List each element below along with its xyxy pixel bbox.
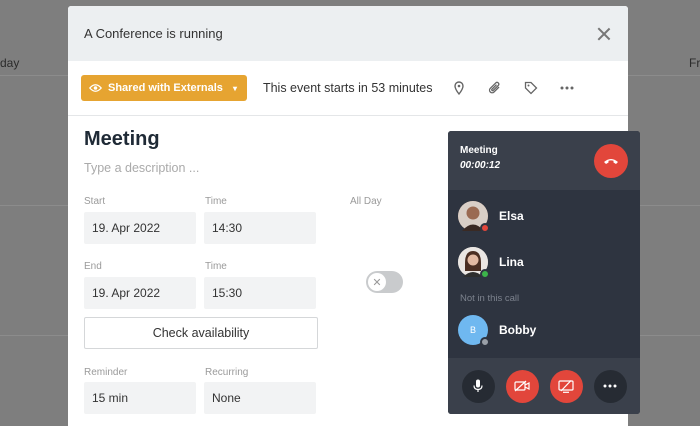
participant-row[interactable]: Lina	[458, 247, 524, 279]
call-widget: Meeting 00:00:12 Elsa Lina Not in this c…	[448, 131, 640, 414]
participant-name: Elsa	[499, 209, 524, 223]
hangup-button[interactable]	[594, 144, 628, 178]
end-label: End	[84, 261, 102, 272]
location-pin-icon[interactable]	[451, 80, 467, 96]
phone-hangup-icon	[604, 159, 618, 164]
screen-share-button[interactable]	[549, 369, 583, 403]
not-in-call-label: Not in this call	[460, 293, 520, 304]
status-indicator	[480, 337, 490, 347]
paperclip-icon[interactable]	[487, 80, 503, 96]
bg-day-label-left: day	[0, 56, 20, 70]
close-icon[interactable]	[596, 26, 612, 42]
recurring-field[interactable]: None	[204, 382, 316, 414]
share-externals-label: Shared with Externals	[108, 82, 223, 94]
event-toolbar: Shared with Externals ▾ This event start…	[68, 61, 628, 116]
allday-label: All Day	[350, 196, 382, 207]
conference-banner: A Conference is running	[68, 6, 628, 61]
start-time-label: Time	[205, 196, 227, 207]
end-date-field[interactable]: 19. Apr 2022	[84, 277, 196, 309]
more-horizontal-icon	[603, 384, 617, 388]
status-indicator	[480, 223, 490, 233]
tag-icon[interactable]	[523, 80, 539, 96]
call-controls	[448, 358, 640, 414]
mute-button[interactable]	[461, 369, 495, 403]
toggle-off-icon: ✕	[368, 273, 386, 291]
eye-icon	[89, 84, 102, 92]
avatar	[458, 247, 490, 279]
screen-share-off-icon	[558, 379, 574, 393]
allday-toggle[interactable]: ✕	[366, 271, 403, 293]
participant-name: Bobby	[499, 323, 537, 337]
microphone-icon	[473, 379, 483, 392]
avatar	[458, 201, 490, 233]
reminder-field[interactable]: 15 min	[84, 382, 196, 414]
end-time-field[interactable]: 15:30	[204, 277, 316, 309]
conference-banner-text: A Conference is running	[84, 26, 223, 41]
participant-row[interactable]: Elsa	[458, 201, 524, 233]
recurring-label: Recurring	[205, 367, 249, 378]
more-horizontal-icon[interactable]	[559, 80, 575, 96]
avatar-initial: B	[469, 325, 476, 335]
call-more-button[interactable]	[593, 369, 627, 403]
check-availability-button[interactable]: Check availability	[84, 317, 318, 349]
chevron-down-icon: ▾	[232, 83, 237, 93]
reminder-label: Reminder	[84, 367, 128, 378]
call-header: Meeting 00:00:12	[448, 131, 640, 190]
bg-day-label-right: Fr	[689, 56, 700, 70]
video-off-icon	[514, 380, 530, 392]
camera-toggle-button[interactable]	[505, 369, 539, 403]
share-externals-button[interactable]: Shared with Externals ▾	[81, 75, 247, 101]
event-start-countdown: This event starts in 53 minutes	[262, 81, 433, 95]
status-indicator	[480, 269, 490, 279]
participant-name: Lina	[499, 255, 524, 269]
start-label: Start	[84, 196, 106, 207]
participant-row[interactable]: B Bobby	[458, 315, 537, 347]
start-date-field[interactable]: 19. Apr 2022	[84, 212, 196, 244]
start-time-field[interactable]: 14:30	[204, 212, 316, 244]
end-time-label: Time	[205, 261, 227, 272]
avatar: B	[458, 315, 490, 347]
